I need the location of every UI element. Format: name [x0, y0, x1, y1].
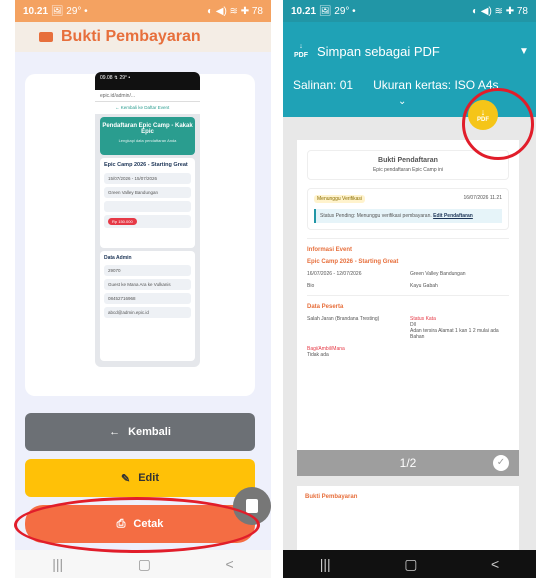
preview-admin-name: Guest ke Mana Ara ke Vulkanis: [104, 279, 191, 290]
page-title: Bukti Pembayaran: [15, 22, 271, 52]
preview-reg-sub: Lengkapi data pendaftaran Anda: [118, 138, 177, 143]
doc-event-date: 16/07/2026 - 12/07/2026: [307, 271, 362, 277]
save-pdf-label: PDF: [477, 117, 489, 123]
money-icon: [39, 32, 53, 42]
doc-event-name: Epic Camp 2026 - Starting Great: [307, 259, 399, 265]
nav-bar: ||| ▢ <: [15, 550, 271, 578]
preview-admin-id: 29070: [104, 265, 191, 276]
doc-title-box: Bukti Pendaftaran Epic pendaftaran Epic …: [307, 150, 509, 180]
status-time: 10.21: [23, 5, 49, 17]
left-phone-screen: 10.21 🖼 29° • ◐ ◀) ≋ ✚ 78 Bukti Pembayar…: [15, 0, 271, 578]
preview-url: epic.id/admin/...: [95, 90, 200, 102]
preview-date: 15/07/2026 - 15/07/2026: [104, 173, 191, 184]
expand-options-icon[interactable]: ⌄: [398, 96, 406, 107]
doc-status: Menunggu Verifikasi: [314, 195, 366, 203]
print-dialog-header: ↓ PDF Simpan sebagai PDF ▼ Salinan: 01 Uk…: [283, 22, 536, 117]
print-options-summary: Salinan: 01 Ukuran kertas: ISO A4s: [293, 78, 499, 92]
download-icon: ↓: [480, 107, 486, 117]
back-button-label: Kembali: [128, 426, 171, 438]
nav-bar: ||| ▢ <: [283, 550, 536, 578]
copies-value: 01: [339, 78, 354, 92]
doc-status-note: Status Pending: Menunggu verifikasi pemb…: [320, 213, 432, 219]
floating-chat-button[interactable]: [233, 487, 271, 525]
edit-button-label: Edit: [138, 472, 159, 484]
page-title-text: Bukti Pembayaran: [61, 28, 201, 45]
doc-status-link[interactable]: Edit Pendaftaran: [433, 213, 473, 219]
recent-apps-button[interactable]: |||: [320, 556, 331, 572]
doc-peserta-heading: Data Peserta: [307, 304, 344, 310]
preview-price: Rp 150.000: [108, 218, 137, 225]
page-indicator-text: 1/2: [399, 456, 417, 470]
preview-admin-email: abcd@admin.epic.id: [104, 307, 191, 318]
recent-apps-button[interactable]: |||: [52, 556, 63, 572]
preview-reg-header: Pendaftaran Epic Camp - Kakak Epic Lengk…: [100, 117, 195, 155]
pdf-page-preview[interactable]: Bukti Pendaftaran Epic pendaftaran Epic …: [297, 140, 519, 450]
status-icons: 🖼 29° •: [318, 5, 356, 17]
doc-event-section: Informasi Event Epic Camp 2026 - Startin…: [307, 238, 509, 289]
copies-label: Salinan:: [293, 78, 337, 92]
back-button[interactable]: ← Kembali: [25, 413, 255, 451]
status-icons: 🖼 29° •: [50, 5, 88, 17]
doc-subtitle: Epic pendaftaran Epic Camp ini: [372, 167, 444, 173]
document-icon: [246, 499, 258, 513]
status-right: ◐ ◀) ≋ ✚ 78: [471, 5, 528, 17]
doc-peserta-note: Adan tersira Alamat 1 kan 1 2 mulai ada …: [410, 328, 499, 340]
right-phone-screen: 10.21 🖼 29° • ◐ ◀) ≋ ✚ 78 ↓ PDF Simpan se…: [283, 0, 536, 578]
status-bar: 10.21 🖼 29° • ◐ ◀) ≋ ✚ 78: [15, 0, 271, 22]
preview-price-row: Rp 150.000: [104, 215, 191, 228]
arrow-left-icon: ←: [109, 426, 121, 438]
doc-status-date: 16/07/2026 11.21: [463, 195, 502, 201]
preview-row-3: [104, 201, 191, 212]
edit-icon: ✎: [121, 472, 131, 485]
doc-field-3: Bio: [307, 283, 315, 289]
doc-event-location: Green Valley Bandungan: [410, 271, 466, 277]
preview-admin-title: Data Admin: [104, 255, 132, 261]
page-selected-check-icon[interactable]: ✓: [493, 455, 509, 471]
page-indicator: 1/2 ✓: [297, 450, 519, 476]
dropdown-icon[interactable]: ▼: [519, 46, 529, 57]
back-nav-button[interactable]: <: [491, 556, 499, 572]
preview-reg-title: Pendaftaran Epic Camp - Kakak Epic: [102, 123, 193, 135]
edit-button[interactable]: ✎ Edit: [25, 459, 255, 497]
status-time: 10.21: [291, 5, 317, 17]
preview-location: Green Valley Bandungan: [104, 187, 191, 198]
status-bar: 10.21 🖼 29° • ◐ ◀) ≋ ✚ 78: [283, 0, 536, 22]
print-button-label: Cetak: [133, 518, 164, 530]
save-pdf-button[interactable]: ↓ PDF: [468, 100, 498, 130]
doc-title: Bukti Pendaftaran: [378, 157, 438, 164]
doc-participant-section: Data Peserta Salah Jaran (Brandana Trest…: [307, 295, 509, 358]
home-button[interactable]: ▢: [138, 556, 151, 573]
pdf-page-2-preview[interactable]: Bukti Pembayaran: [297, 486, 519, 550]
printer-select[interactable]: Simpan sebagai PDF: [317, 44, 440, 59]
doc-peserta-name: Salah Jaran (Brandana Tresting): [307, 316, 380, 322]
home-button[interactable]: ▢: [404, 556, 417, 573]
doc-status-box: Menunggu Verifikasi 16/07/2026 11.21 Sta…: [307, 188, 509, 230]
preview-status: 09.08 ↯ 29° •: [95, 72, 200, 90]
paper-label: Ukuran kertas:: [373, 78, 452, 92]
print-button[interactable]: ⎙ Cetak: [25, 505, 255, 543]
preview-admin-phone: 08452716968: [104, 293, 191, 304]
payment-proof-image[interactable]: 09.08 ↯ 29° • epic.id/admin/... ← Kembal…: [95, 72, 200, 367]
preview-event-card: Epic Camp 2026 - Starting Great 15/07/20…: [100, 158, 195, 248]
preview-back-link: ← Kembali ke Daftar Event: [95, 102, 200, 114]
printer-icon: ⎙: [116, 517, 126, 530]
paper-value: ISO A4s: [454, 78, 499, 92]
page2-title: Bukti Pembayaran: [305, 494, 358, 500]
doc-field-4: Kayu Gabah: [410, 283, 438, 289]
pdf-download-icon: ↓ PDF: [294, 43, 308, 59]
back-nav-button[interactable]: <: [226, 556, 234, 572]
preview-event-title: Epic Camp 2026 - Starting Great: [104, 162, 188, 168]
status-right: ◐ ◀) ≋ ✚ 78: [206, 5, 263, 17]
doc-info-heading: Informasi Event: [307, 247, 353, 253]
preview-admin-card: Data Admin 29070 Guest ke Mana Ara ke Vu…: [100, 251, 195, 361]
doc-extra-val: Tidak ada: [307, 352, 329, 358]
